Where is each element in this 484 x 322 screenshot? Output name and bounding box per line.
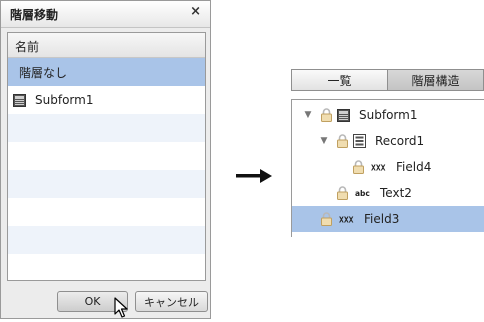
list-item-label: 階層なし — [19, 65, 68, 80]
tree-item-field4[interactable]: XXX Field4 — [292, 154, 484, 180]
tree-item-label: Record1 — [375, 134, 425, 148]
subform-icon — [13, 93, 26, 107]
list-empty-row — [8, 226, 205, 254]
cancel-button[interactable]: キャンセル — [135, 291, 208, 312]
close-icon[interactable]: × — [190, 4, 201, 19]
arrow-right-icon — [236, 169, 272, 186]
lock-icon — [336, 186, 349, 200]
view-tabs: 一覧 階層構造 — [291, 69, 484, 91]
tree-item-field3[interactable]: XXX Field3 — [292, 206, 484, 232]
destination-list[interactable]: 名前 階層なし Subform1 — [7, 32, 206, 281]
svg-text:XXX: XXX — [339, 216, 354, 225]
tree-item-label: Text2 — [380, 186, 412, 200]
move-hierarchy-dialog: 階層移動 × 名前 階層なし Subform1 OK キャンセル — [0, 0, 211, 319]
svg-text:XXX: XXX — [371, 164, 386, 173]
list-empty-row — [8, 254, 205, 280]
tree-item-subform1[interactable]: ▼ Subform1 — [292, 102, 484, 128]
lock-icon — [320, 108, 333, 122]
lock-icon — [320, 212, 333, 226]
list-empty-row — [8, 170, 205, 198]
tab-hierarchy[interactable]: 階層構造 — [388, 70, 483, 90]
expand-triangle-icon[interactable]: ▼ — [318, 136, 330, 146]
hierarchy-tree: ▼ Subform1 ▼ Record1 XXX Field4 abc Text… — [291, 99, 484, 237]
text-icon: abc — [355, 188, 371, 198]
tree-item-record1[interactable]: ▼ Record1 — [292, 128, 484, 154]
svg-text:abc: abc — [355, 189, 370, 198]
dialog-titlebar[interactable]: 階層移動 × — [1, 1, 210, 28]
tree-item-label: Field4 — [396, 160, 432, 174]
list-item-label: Subform1 — [35, 93, 94, 107]
dialog-title: 階層移動 — [10, 8, 59, 22]
list-empty-row — [8, 198, 205, 226]
expand-triangle-icon[interactable]: ▼ — [302, 110, 314, 120]
lock-icon — [352, 160, 365, 174]
list-item-no-hierarchy[interactable]: 階層なし — [8, 58, 205, 86]
list-empty-row — [8, 142, 205, 170]
mouse-cursor-icon — [114, 297, 128, 322]
field-icon: XXX — [371, 162, 387, 173]
field-icon: XXX — [339, 214, 355, 225]
list-empty-row — [8, 114, 205, 142]
tree-item-text2[interactable]: abc Text2 — [292, 180, 484, 206]
name-column-header[interactable]: 名前 — [8, 33, 205, 58]
tree-item-label: Subform1 — [359, 108, 418, 122]
tab-list[interactable]: 一覧 — [292, 70, 388, 90]
lock-icon — [336, 134, 349, 148]
list-item-subform1[interactable]: Subform1 — [8, 86, 205, 114]
tree-item-label: Field3 — [364, 212, 400, 226]
subform-icon — [337, 108, 350, 122]
record-icon — [353, 134, 366, 148]
